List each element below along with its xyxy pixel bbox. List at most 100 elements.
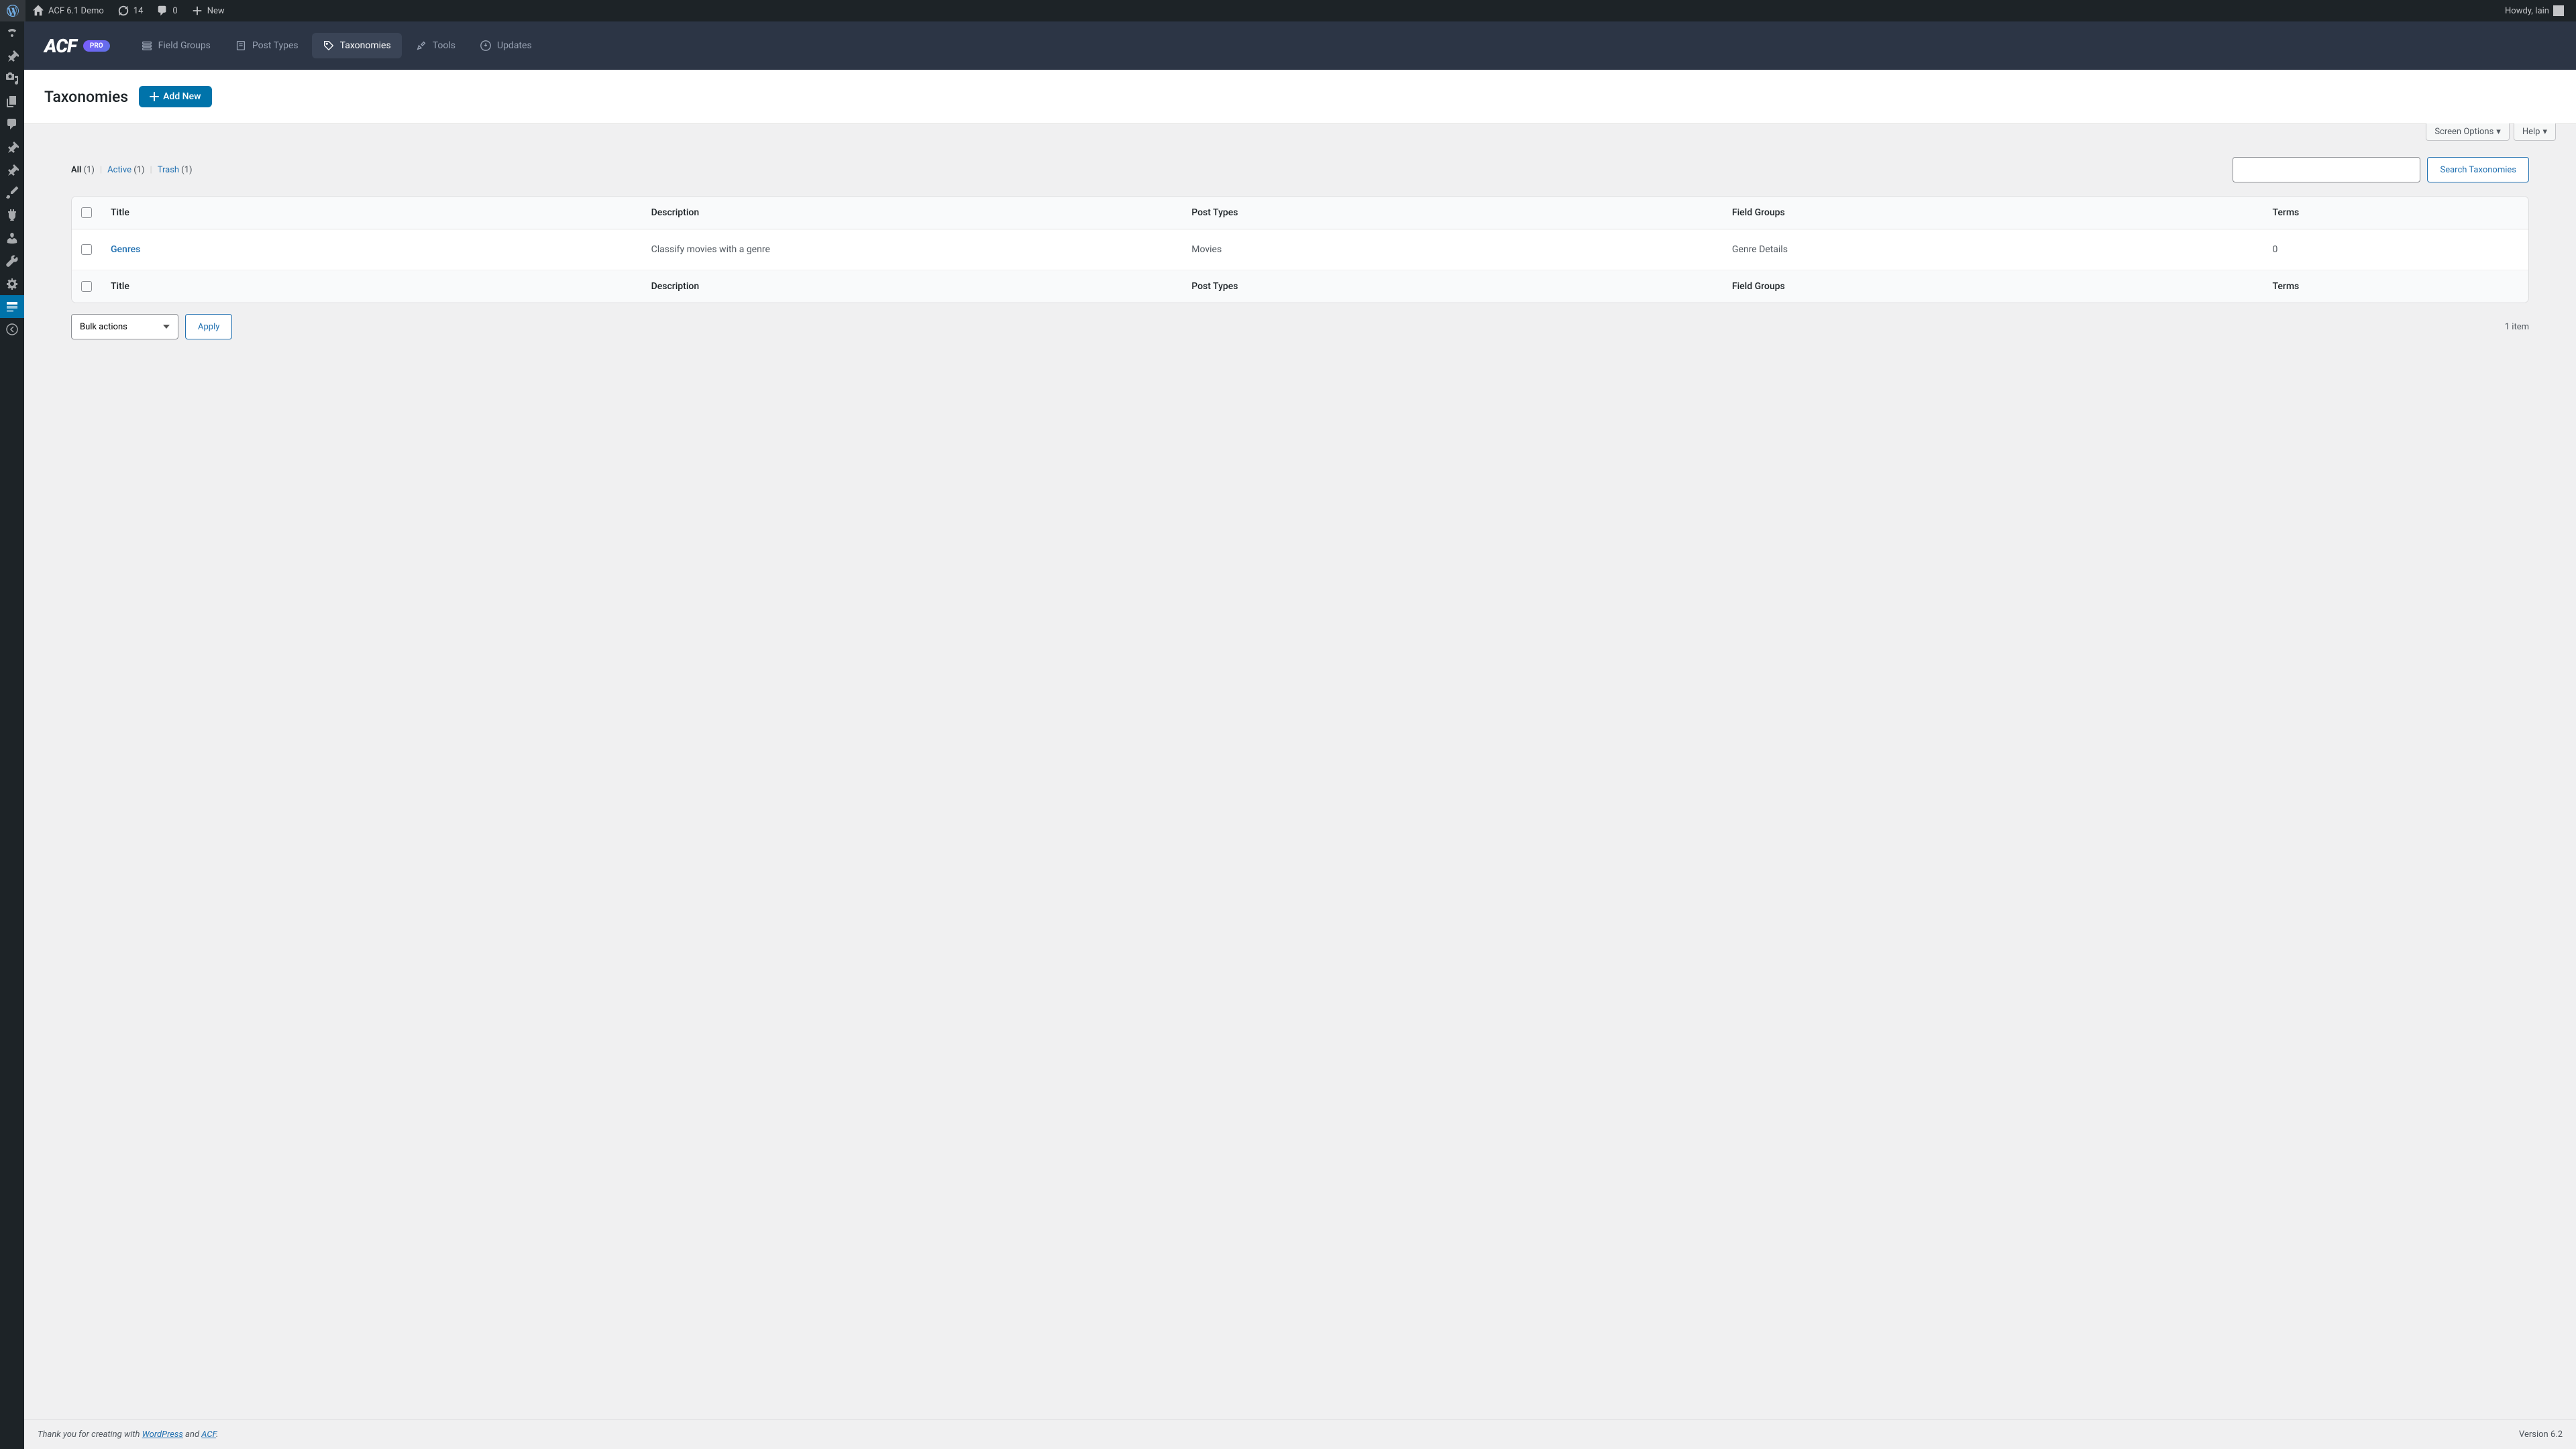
sidebar-settings[interactable]	[0, 272, 24, 295]
col-field-groups[interactable]: Field Groups	[1723, 197, 2263, 229]
user-menu[interactable]: Howdy, Iain	[2498, 0, 2571, 21]
nav-tab-tools[interactable]: Tools	[405, 33, 466, 58]
acf-pro-badge: PRO	[83, 40, 110, 52]
select-all-checkbox-bottom[interactable]	[81, 281, 92, 292]
comments-count: 0	[172, 6, 177, 16]
updates-count: 14	[133, 6, 144, 16]
sidebar-acf[interactable]	[0, 295, 24, 318]
comments-menu[interactable]: 0	[150, 0, 184, 21]
collapse-icon	[5, 323, 19, 336]
row-terms: 0	[2263, 229, 2529, 270]
nav-tab-updates[interactable]: Updates	[469, 33, 543, 58]
tools-icon	[415, 40, 427, 52]
page-header: Taxonomies Add New	[24, 70, 2576, 124]
col-description[interactable]: Description	[642, 197, 1183, 229]
updates-menu[interactable]: 14	[111, 0, 150, 21]
row-title-link[interactable]: Genres	[111, 244, 140, 255]
site-name-label: ACF 6.1 Demo	[48, 6, 104, 16]
wp-admin-sidebar	[0, 21, 24, 1449]
new-content-menu[interactable]: New	[184, 0, 231, 21]
wp-logo-menu[interactable]	[0, 0, 25, 21]
col-post-types[interactable]: Post Types	[1182, 197, 1723, 229]
table-row: Genres Classify movies with a genre Movi…	[72, 229, 2528, 270]
sidebar-media[interactable]	[0, 67, 24, 90]
plus-icon	[191, 5, 203, 17]
footer-acf-link[interactable]: ACF	[201, 1430, 216, 1440]
col-description[interactable]: Description	[642, 270, 1183, 303]
row-description: Classify movies with a genre	[642, 229, 1183, 270]
add-new-label: Add New	[163, 91, 201, 102]
pin-icon	[5, 140, 19, 154]
acf-logo[interactable]: ACF PRO	[44, 35, 110, 57]
pin-icon	[5, 163, 19, 176]
col-terms[interactable]: Terms	[2263, 270, 2529, 303]
nav-tab-taxonomies[interactable]: Taxonomies	[312, 33, 402, 58]
filter-trash[interactable]: Trash (1)	[158, 165, 193, 175]
page-title: Taxonomies	[44, 88, 128, 106]
search-input[interactable]	[2233, 157, 2420, 182]
sidebar-plugins[interactable]	[0, 204, 24, 227]
wordpress-icon	[7, 5, 19, 17]
col-post-types[interactable]: Post Types	[1182, 270, 1723, 303]
bulk-actions-row: Bulk actions Apply 1 item	[24, 303, 2576, 350]
wp-admin-toolbar: ACF 6.1 Demo 14 0 New Howdy, Iain	[0, 0, 2576, 21]
comment-icon	[156, 5, 168, 17]
site-name-menu[interactable]: ACF 6.1 Demo	[25, 0, 111, 21]
filter-all[interactable]: All (1)	[71, 165, 95, 175]
chevron-down-icon: ▾	[2496, 127, 2501, 137]
col-title[interactable]: Title	[101, 270, 642, 303]
media-icon	[5, 72, 19, 85]
nav-tab-field-groups[interactable]: Field Groups	[130, 33, 221, 58]
layers-icon	[141, 40, 153, 52]
document-icon	[235, 40, 247, 52]
footer-version: Version 6.2	[2519, 1430, 2563, 1440]
settings-icon	[5, 277, 19, 290]
avatar	[2553, 5, 2564, 16]
chevron-down-icon: ▾	[2542, 127, 2547, 137]
sidebar-posts[interactable]	[0, 44, 24, 67]
footer-thanks: Thank you for creating with WordPress an…	[38, 1430, 218, 1440]
search-button[interactable]: Search Taxonomies	[2427, 157, 2529, 182]
nav-tab-label: Updates	[497, 40, 532, 51]
row-checkbox[interactable]	[81, 244, 92, 255]
filters-row: All (1) | Active (1) | Trash (1) Search …	[24, 141, 2576, 191]
sidebar-appearance[interactable]	[0, 181, 24, 204]
wp-footer: Thank you for creating with WordPress an…	[24, 1419, 2576, 1449]
row-post-types: Movies	[1182, 229, 1723, 270]
col-title[interactable]: Title	[101, 197, 642, 229]
apply-button[interactable]: Apply	[185, 314, 232, 339]
nav-tab-label: Field Groups	[158, 40, 211, 51]
screen-options-tab[interactable]: Screen Options ▾	[2426, 123, 2510, 141]
col-field-groups[interactable]: Field Groups	[1723, 270, 2263, 303]
plugin-icon	[5, 209, 19, 222]
sidebar-dashboard[interactable]	[0, 21, 24, 44]
help-tab[interactable]: Help ▾	[2514, 123, 2556, 141]
plus-icon	[150, 92, 159, 101]
sidebar-pages[interactable]	[0, 90, 24, 113]
refresh-icon	[117, 5, 129, 17]
table-footer-row: Title Description Post Types Field Group…	[72, 270, 2528, 303]
add-new-button[interactable]: Add New	[139, 86, 211, 107]
footer-wp-link[interactable]: WordPress	[142, 1430, 183, 1440]
sidebar-users[interactable]	[0, 227, 24, 250]
sidebar-custom-1[interactable]	[0, 136, 24, 158]
filter-links: All (1) | Active (1) | Trash (1)	[71, 165, 193, 175]
pin-icon	[5, 49, 19, 62]
item-count: 1 item	[2505, 322, 2529, 332]
wrench-icon	[5, 254, 19, 268]
select-all-checkbox[interactable]	[81, 207, 92, 218]
nav-tab-post-types[interactable]: Post Types	[224, 33, 309, 58]
filter-active[interactable]: Active (1)	[107, 165, 144, 175]
col-terms[interactable]: Terms	[2263, 197, 2529, 229]
user-icon	[5, 231, 19, 245]
screen-meta-row: Screen Options ▾ Help ▾	[24, 123, 2576, 141]
sidebar-custom-2[interactable]	[0, 158, 24, 181]
sidebar-tools[interactable]	[0, 250, 24, 272]
comments-icon	[5, 117, 19, 131]
sidebar-collapse[interactable]	[0, 318, 24, 341]
sidebar-comments[interactable]	[0, 113, 24, 136]
brush-icon	[5, 186, 19, 199]
bulk-actions-select[interactable]: Bulk actions	[71, 314, 178, 339]
nav-tab-label: Post Types	[252, 40, 299, 51]
acf-header-nav: ACF PRO Field Groups Post Types Taxonomi…	[24, 21, 2576, 70]
